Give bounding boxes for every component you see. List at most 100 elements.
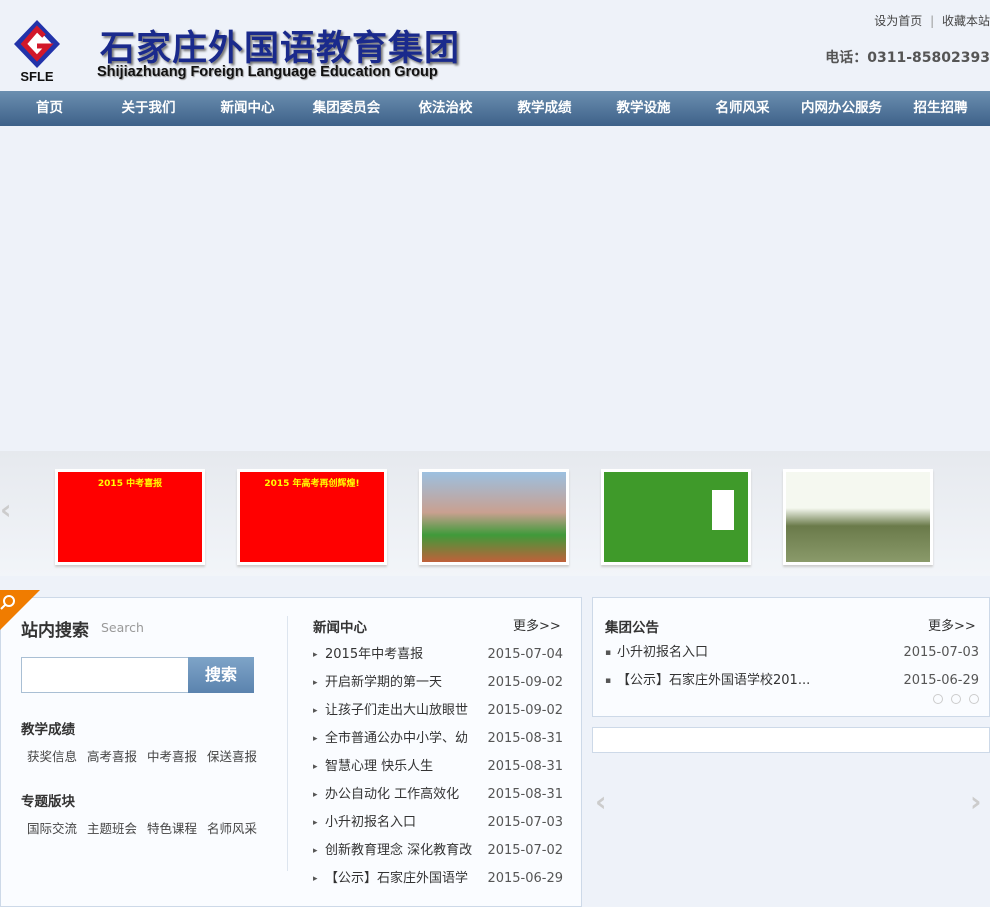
search-input[interactable] xyxy=(21,657,189,693)
list-item[interactable]: ▪ 【公示】石家庄外国语学校201... 2015-06-29 xyxy=(605,667,979,695)
item-title[interactable]: 小升初报名入口 xyxy=(325,809,416,837)
item-title[interactable]: 智慧心理 快乐人生 xyxy=(325,753,433,781)
nav-intranet[interactable]: 内网办公服务 xyxy=(792,91,891,126)
list-item[interactable]: ▸ 让孩子们走出大山放眼世 2015-09-02 xyxy=(313,697,563,725)
list-item[interactable]: ▸ 智慧心理 快乐人生 2015-08-31 xyxy=(313,753,563,781)
nav-law[interactable]: 依法治校 xyxy=(396,91,495,126)
item-date: 2015-09-02 xyxy=(487,675,563,690)
item-title[interactable]: 办公自动化 工作高效化 xyxy=(325,781,459,809)
notice-title: 集团公告 xyxy=(605,620,659,636)
bullet-icon: ▸ xyxy=(313,874,318,884)
next-arrow[interactable]: › xyxy=(970,785,982,818)
item-date: 2015-07-02 xyxy=(487,843,563,858)
bullet-icon: ▸ xyxy=(313,790,318,800)
news-list: ▸ 2015年中考喜报 2015-07-04 ▸ 开启新学期的第一天 2015-09-02… xyxy=(313,641,563,893)
item-date: 2015-07-03 xyxy=(487,815,563,830)
list-item[interactable]: ▸ 办公自动化 工作高效化 2015-08-31 xyxy=(313,781,563,809)
link-awards[interactable]: 获奖信息 xyxy=(27,746,77,765)
nav-committee[interactable]: 集团委员会 xyxy=(297,91,396,126)
list-item[interactable]: ▸ 2015年中考喜报 2015-07-04 xyxy=(313,641,563,669)
list-item[interactable]: ▪ 小升初报名入口 2015-07-03 xyxy=(605,639,979,667)
bullet-icon: ▪ xyxy=(605,676,612,686)
thumbnail-image xyxy=(786,472,930,562)
search-button[interactable]: 搜索 xyxy=(188,657,254,693)
item-date: 2015-07-03 xyxy=(903,645,979,660)
item-title[interactable]: 创新教育理念 深化教育改 xyxy=(325,837,472,865)
topics-title: 专题版块 xyxy=(21,794,75,810)
notice-pagination xyxy=(933,694,979,704)
bullet-icon: ▸ xyxy=(313,734,318,744)
top-links: 设为首页 | 收藏本站 xyxy=(874,12,990,29)
thumbnail-carousel: ‹ 2015 中考喜报 2015 年高考再创辉煌! xyxy=(0,451,990,576)
nav-facilities[interactable]: 教学设施 xyxy=(594,91,693,126)
site-subtitle: Shijiazhuang Foreign Language Education … xyxy=(97,64,438,80)
thumbnail[interactable] xyxy=(601,469,751,565)
svg-text:SFLE: SFLE xyxy=(20,69,54,84)
nav-teachers[interactable]: 名师风采 xyxy=(693,91,792,126)
nav-results[interactable]: 教学成绩 xyxy=(495,91,594,126)
set-home-link[interactable]: 设为首页 xyxy=(874,14,922,28)
thumbnail[interactable]: 2015 年高考再创辉煌! xyxy=(237,469,387,565)
main-nav: 首页 关于我们 新闻中心 集团委员会 依法治校 教学成绩 教学设施 名师风采 内… xyxy=(0,91,990,126)
item-date: 2015-09-02 xyxy=(487,703,563,718)
search-title: 站内搜索 xyxy=(21,621,89,641)
bookmark-link[interactable]: 收藏本站 xyxy=(942,14,990,28)
bullet-icon: ▸ xyxy=(313,846,318,856)
teaching-title: 教学成绩 xyxy=(21,722,75,738)
prev-arrow[interactable]: ‹ xyxy=(595,785,607,818)
item-date: 2015-06-29 xyxy=(903,673,979,688)
thumbnail[interactable] xyxy=(419,469,569,565)
empty-panel xyxy=(592,727,990,753)
news-title: 新闻中心 xyxy=(313,620,367,636)
banner-area xyxy=(0,126,990,451)
nav-news[interactable]: 新闻中心 xyxy=(198,91,297,126)
sfle-logo[interactable]: SFLE xyxy=(10,18,64,84)
bullet-icon: ▪ xyxy=(605,648,612,658)
divider xyxy=(287,616,288,871)
bullet-icon: ▸ xyxy=(313,678,318,688)
thumbnail[interactable] xyxy=(783,469,933,565)
nav-home[interactable]: 首页 xyxy=(0,91,99,126)
nav-admissions[interactable]: 招生招聘 xyxy=(891,91,990,126)
link-international[interactable]: 国际交流 xyxy=(27,818,77,837)
notice-more-link[interactable]: 更多>> xyxy=(928,615,976,634)
separator: | xyxy=(930,14,935,28)
thumbnail[interactable]: 2015 中考喜报 xyxy=(55,469,205,565)
link-courses[interactable]: 特色课程 xyxy=(147,818,197,837)
page-dot[interactable] xyxy=(969,694,979,704)
item-date: 2015-08-31 xyxy=(487,787,563,802)
item-date: 2015-07-04 xyxy=(487,647,563,662)
notice-list: ▪ 小升初报名入口 2015-07-03 ▪ 【公示】石家庄外国语学校201... 201… xyxy=(605,639,979,695)
list-item[interactable]: ▸ 全市普通公办中小学、幼 2015-08-31 xyxy=(313,725,563,753)
bullet-icon: ▸ xyxy=(313,762,318,772)
link-recommend[interactable]: 保送喜报 xyxy=(207,746,257,765)
news-more-link[interactable]: 更多>> xyxy=(513,615,561,634)
item-title[interactable]: 【公示】石家庄外国语学 xyxy=(325,865,468,893)
link-gaokao[interactable]: 高考喜报 xyxy=(87,746,137,765)
item-title[interactable]: 开启新学期的第一天 xyxy=(325,669,442,697)
nav-about[interactable]: 关于我们 xyxy=(99,91,198,126)
left-panel: 站内搜索 Search 搜索 教学成绩 获奖信息 高考喜报 中考喜报 保送喜报 专题版… xyxy=(0,590,582,907)
link-zhongkao[interactable]: 中考喜报 xyxy=(147,746,197,765)
item-title[interactable]: 【公示】石家庄外国语学校201... xyxy=(617,667,810,695)
item-title[interactable]: 2015年中考喜报 xyxy=(325,641,423,669)
search-subtitle: Search xyxy=(101,620,144,635)
notice-panel: 集团公告 更多>> ▪ 小升初报名入口 2015-07-03 ▪ 【公示】石家庄外国语学… xyxy=(592,597,990,717)
list-item[interactable]: ▸ 创新教育理念 深化教育改 2015-07-02 xyxy=(313,837,563,865)
page-dot[interactable] xyxy=(933,694,943,704)
list-item[interactable]: ▸ 开启新学期的第一天 2015-09-02 xyxy=(313,669,563,697)
thumbnail-image: 2015 中考喜报 xyxy=(58,472,202,562)
item-title[interactable]: 让孩子们走出大山放眼世 xyxy=(325,697,468,725)
teaching-links: 获奖信息 高考喜报 中考喜报 保送喜报 xyxy=(27,746,267,765)
item-title[interactable]: 全市普通公办中小学、幼 xyxy=(325,725,468,753)
bullet-icon: ▸ xyxy=(313,706,318,716)
link-class-meeting[interactable]: 主题班会 xyxy=(87,818,137,837)
list-item[interactable]: ▸ 【公示】石家庄外国语学 2015-06-29 xyxy=(313,865,563,893)
list-item[interactable]: ▸ 小升初报名入口 2015-07-03 xyxy=(313,809,563,837)
topics-links: 国际交流 主题班会 特色课程 名师风采 xyxy=(27,818,267,837)
item-title[interactable]: 小升初报名入口 xyxy=(617,639,708,667)
page-dot[interactable] xyxy=(951,694,961,704)
link-teachers[interactable]: 名师风采 xyxy=(207,818,257,837)
bullet-icon: ▸ xyxy=(313,650,318,660)
carousel-prev-arrow[interactable]: ‹ xyxy=(0,493,12,526)
